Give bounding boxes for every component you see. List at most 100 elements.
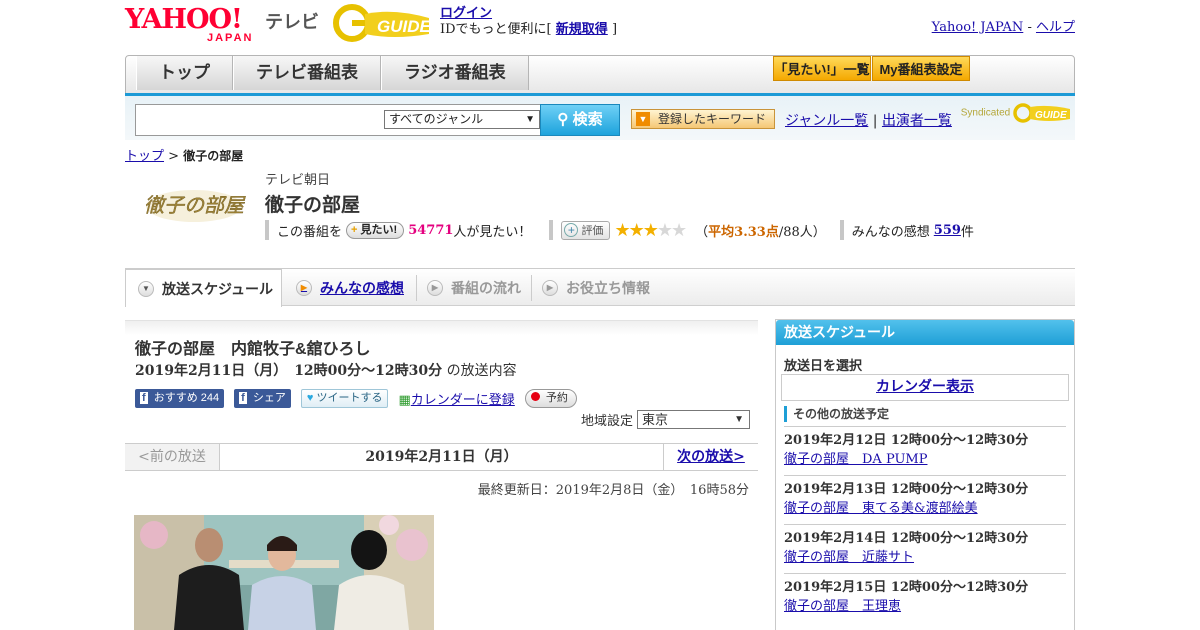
- calendar-view-box: カレンダー表示: [781, 374, 1069, 401]
- play-icon: ▶: [427, 279, 443, 296]
- japan-logo-text: JAPAN: [207, 32, 254, 44]
- kanso-count-link[interactable]: 559: [934, 223, 961, 238]
- register-link[interactable]: 新規取得: [556, 22, 608, 37]
- mitai-list-button[interactable]: 「見たい!」一覧: [773, 56, 871, 81]
- episode-date: 2019年2月11日（月） 12時00分～12時30分 の放送内容: [135, 360, 517, 380]
- star-filled-icon: ★: [642, 219, 659, 241]
- tab-useful-info[interactable]: ▶ お役立ち情報: [532, 269, 667, 306]
- select-date-label: 放送日を選択: [784, 358, 863, 373]
- cast-list-link[interactable]: 出演者一覧: [882, 113, 952, 129]
- triangle-down-icon: ▼: [138, 280, 154, 297]
- tab-useful-info-label: お役立ち情報: [566, 279, 650, 296]
- tab-reviews[interactable]: ▶ みんなの感想: [282, 269, 417, 306]
- region-select[interactable]: 東京 ▼: [637, 410, 751, 429]
- schedule-sidebar: 放送スケジュール 放送日を選択 カレンダー表示 その他の放送予定 2019年2月…: [775, 319, 1075, 630]
- episode-date-time: 2019年2月11日（月） 12時00分～12時30分: [135, 363, 443, 379]
- yahoo-japan-logo[interactable]: YAHOO! JAPAN: [125, 6, 251, 44]
- star-empty-icon: ★: [656, 219, 673, 241]
- add-to-calendar-label: カレンダーに登録: [410, 392, 515, 408]
- facebook-recommend-count: 244: [200, 391, 220, 404]
- list-item: 2019年2月14日 12時00分～12時30分 徹子の部屋 近藤サト: [784, 524, 1066, 573]
- broadcast-title-link[interactable]: 徹子の部屋 王理恵: [784, 599, 901, 614]
- triangle-down-icon: ▼: [636, 112, 650, 126]
- syndicated-gguide-badge: Syndicated GUIDE: [961, 102, 1071, 124]
- genre-select-value: すべてのジャンル: [389, 112, 484, 126]
- reserve-button[interactable]: 予約: [524, 388, 577, 408]
- calendar-view-link[interactable]: カレンダー表示: [876, 379, 974, 395]
- mitai-button[interactable]: + 見たい!: [346, 221, 405, 239]
- tweet-button-label: ツイートする: [316, 391, 383, 404]
- episode-photo: [134, 515, 434, 630]
- rating-stars: ★★★★★: [614, 219, 687, 241]
- tab-program-flow[interactable]: ▶ 番組の流れ: [417, 269, 532, 306]
- facebook-share-button[interactable]: f シェア: [234, 388, 291, 408]
- breadcrumb-current: 徹子の部屋: [183, 149, 244, 163]
- episode-date-suffix: の放送内容: [446, 363, 517, 379]
- star-empty-icon: ★: [671, 219, 687, 241]
- meta-divider: [549, 220, 554, 240]
- my-schedule-settings-button[interactable]: My番組表設定: [872, 56, 970, 81]
- yahoo-japan-link[interactable]: Yahoo! JAPAN: [932, 20, 1024, 35]
- play-icon: ▶: [296, 279, 312, 296]
- genre-select[interactable]: すべてのジャンル ▼: [384, 110, 540, 129]
- syndicated-label: Syndicated: [960, 107, 1011, 119]
- broadcast-datetime: 2019年2月14日 12時00分～12時30分: [784, 531, 1029, 546]
- svg-text:GUIDE: GUIDE: [377, 17, 432, 36]
- breadcrumb-separator: >: [168, 149, 180, 164]
- breadcrumb-top-link[interactable]: トップ: [125, 149, 164, 164]
- link-separator: |: [872, 113, 878, 129]
- login-link[interactable]: ログイン: [440, 6, 492, 21]
- keyword-button-label: 登録したキーワード: [658, 112, 767, 126]
- kanso-suffix: 件: [960, 224, 974, 240]
- dropdown-arrow-icon: ▼: [525, 114, 535, 125]
- main-nav: トップ テレビ番組表 ラジオ番組表 「見たい!」一覧 My番組表設定: [125, 55, 1075, 98]
- calendar-plus-icon: ▦: [398, 392, 411, 408]
- add-to-calendar-link[interactable]: ▦カレンダーに登録: [398, 389, 514, 408]
- login-description: IDでもっと便利に[: [440, 22, 552, 37]
- next-broadcast-link[interactable]: 次の放送>: [677, 449, 745, 465]
- site-header: YAHOO! JAPAN テレビ GUIDE ログイン IDでもっと便利に[ 新…: [125, 0, 1075, 52]
- tv-logo[interactable]: テレビ: [265, 8, 319, 34]
- episode-title: 徹子の部屋 内館牧子&舘ひろし: [135, 341, 371, 358]
- tweet-button[interactable]: ♥ ツイートする: [300, 388, 389, 408]
- login-bracket-close: ]: [611, 22, 618, 37]
- previous-broadcast-link[interactable]: <前の放送: [125, 444, 220, 470]
- tab-broadcast-schedule[interactable]: ▼ 放送スケジュール: [125, 269, 282, 307]
- nav-tab-radio-schedule[interactable]: ラジオ番組表: [381, 56, 529, 90]
- reserve-button-label: 予約: [545, 391, 568, 404]
- nav-tab-tv-schedule[interactable]: テレビ番組表: [233, 56, 381, 90]
- g-guide-small-logo: GUIDE: [1013, 103, 1070, 123]
- kanso-label: みんなの感想: [851, 224, 930, 240]
- tab-broadcast-schedule-label: 放送スケジュール: [162, 280, 274, 297]
- rating-count: /88人）: [778, 224, 826, 240]
- facebook-recommend-button[interactable]: f おすすめ 244: [135, 388, 225, 408]
- program-title: 徹子の部屋: [265, 195, 361, 216]
- plus-circle-icon: +: [564, 223, 579, 237]
- average-rating: 平均3.33点: [708, 224, 779, 240]
- nav-tab-top[interactable]: トップ: [136, 56, 233, 90]
- broadcast-title-link[interactable]: 徹子の部屋 近藤サト: [784, 550, 914, 565]
- program-thumbnail: 徹子の部屋: [138, 172, 250, 246]
- region-select-value: 東京: [642, 412, 669, 427]
- registered-keyword-button[interactable]: ▼ 登録したキーワード: [631, 109, 775, 129]
- list-item: 2019年2月12日 12時00分～12時30分 徹子の部屋 DA PUMP: [784, 426, 1066, 475]
- current-broadcast-date: 2019年2月11日（月）: [365, 449, 518, 465]
- episode-navigation: <前の放送 2019年2月11日（月） 次の放送>: [125, 443, 758, 471]
- genre-list-link[interactable]: ジャンル一覧: [785, 113, 868, 129]
- help-link[interactable]: ヘルプ: [1036, 20, 1075, 35]
- dropdown-arrow-icon: ▼: [734, 414, 745, 425]
- kono-bangumi-label: この番組を: [277, 224, 343, 240]
- rate-button[interactable]: + 評価: [561, 220, 611, 240]
- breadcrumb: トップ > 徹子の部屋: [125, 145, 243, 164]
- broadcast-title-link[interactable]: 徹子の部屋 東てる美&渡部絵美: [784, 501, 978, 516]
- plus-icon: +: [351, 223, 358, 236]
- g-guide-logo[interactable]: GUIDE: [333, 4, 433, 42]
- rate-button-label: 評価: [581, 225, 604, 237]
- facebook-icon: f: [140, 391, 148, 404]
- program-channel: テレビ朝日: [265, 172, 331, 187]
- last-updated: 最終更新日：2019年2月8日（金） 16時58分: [477, 483, 749, 498]
- tab-program-flow-label: 番組の流れ: [451, 279, 521, 296]
- broadcast-title-link[interactable]: 徹子の部屋 DA PUMP: [784, 452, 927, 467]
- search-button[interactable]: ⚲ 検索: [540, 104, 620, 136]
- record-dot-icon: [530, 391, 540, 401]
